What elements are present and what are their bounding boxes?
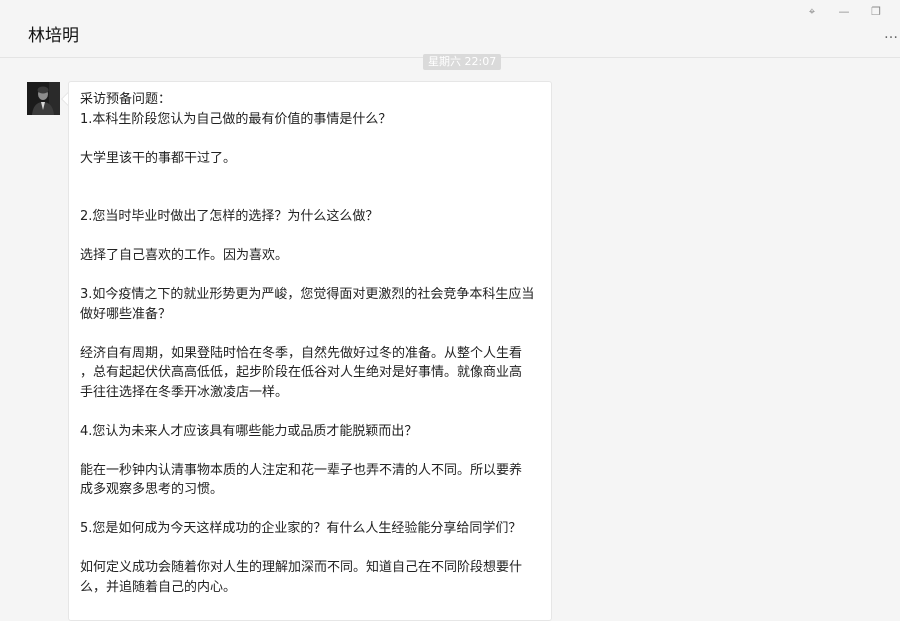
message-line: [80, 188, 543, 208]
message-line: ，总有起起伏伏高高低低，起步阶段在低谷对人生绝对是好事情。就像商业高: [80, 365, 523, 380]
message-bubble[interactable]: 采访预备问题： 1.本科生阶段您认为自己做的最有价值的事情是什么？ 大学里该干的事都…: [68, 81, 552, 621]
message-line: [80, 402, 543, 422]
message-line: 手往往选择在冬季开冰激凌店一样。: [80, 384, 289, 400]
message-line: 成多观察多思考的习惯。: [80, 482, 224, 497]
restore-icon[interactable]: ❐: [860, 2, 892, 20]
message-line: [80, 441, 543, 461]
message-line: 选择了自己喜欢的工作。因为喜欢。: [80, 248, 289, 263]
message-line: 1.本科生阶段您认为自己做的最有价值的事情是什么？: [80, 111, 392, 127]
avatar[interactable]: [27, 82, 60, 115]
message-line: 大学里该干的事都干过了。: [80, 150, 237, 166]
message-line: 2.您当时毕业时做出了怎样的选择？为什么这么做？: [80, 209, 379, 224]
message-line: [80, 500, 543, 520]
minimize-icon[interactable]: —: [828, 2, 860, 20]
message-line: [80, 324, 543, 344]
more-icon[interactable]: …: [884, 26, 898, 42]
message-line: 采访预备问题：: [80, 92, 172, 107]
pin-icon[interactable]: ⌖: [796, 2, 828, 20]
message-line: [80, 227, 543, 247]
avatar-portrait-icon: [27, 82, 60, 115]
message-line: [80, 539, 543, 559]
message-line: [80, 168, 543, 188]
message-line: 4.您认为未来人才应该具有哪些能力或品质才能脱颖而出？: [80, 423, 418, 439]
message-line: [80, 129, 543, 149]
chat-title: 林培明: [28, 26, 79, 46]
message-line: 如何定义成功会随着你对人生的理解加深而不同。知道自己在不同阶段想要什: [80, 560, 523, 575]
message-line: 么，并追随着自己的内心。: [80, 579, 237, 595]
chat-header: 林培明 ⌖ — ❐ …: [0, 0, 900, 58]
message-line: 3.如今疫情之下的就业形势更为严峻，您觉得面对更激烈的社会竞争本科生应当: [80, 287, 535, 302]
window-controls: ⌖ — ❐: [796, 2, 892, 20]
message-line: 5.您是如何成为今天这样成功的企业家的？有什么人生经验能分享给同学们？: [80, 521, 522, 536]
message-line: 经济自有周期，如果登陆时恰在冬季，自然先做好过冬的准备。从整个人生看: [80, 345, 523, 361]
message-line: [80, 266, 543, 286]
message-line: 做好哪些准备？: [80, 306, 172, 322]
chat-message-area[interactable]: 星期六 22:07 采访预备问题： 1.本科生阶段您认为自己做的最有价值的事情是什…: [0, 54, 900, 621]
message-line: 能在一秒钟内认清事物本质的人注定和花一辈子也弄不清的人不同。所以要养: [80, 462, 523, 478]
message-timestamp: 星期六 22:07: [423, 54, 502, 70]
